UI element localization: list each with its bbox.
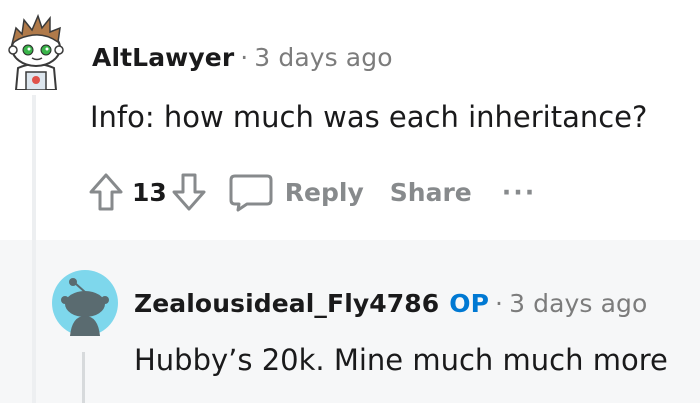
meta-separator: · [495,289,504,318]
meta-separator: · [240,43,249,72]
username-link[interactable]: AltLawyer [92,43,234,72]
reply-button[interactable]: Reply [229,172,364,212]
avatar[interactable] [52,270,118,336]
comment-body: Info: how much was each inheritance? [90,100,648,134]
share-button[interactable]: Share [390,178,472,207]
comment-actions: 13 Reply Share ··· [88,168,568,216]
op-badge: OP [449,289,490,318]
downvote-button[interactable] [171,172,207,212]
reply-label: Reply [284,177,364,207]
timestamp[interactable]: 3 days ago [509,289,647,318]
reply-meta: Zealousideal_Fly4786 OP · 3 days ago [134,289,647,318]
share-label: Share [389,177,472,207]
username-link[interactable]: Zealousideal_Fly4786 [134,289,439,318]
comment-bubble-icon [229,174,273,212]
more-options-button[interactable]: ··· [502,178,537,207]
downvote-arrow-icon [172,173,206,211]
thread-line-reply[interactable] [82,352,85,403]
comment-body: Hubby’s 20k. Mine much much more [134,343,668,377]
upvote-button[interactable] [88,172,124,212]
avatar[interactable] [4,6,68,91]
vote-count: 13 [132,177,167,207]
timestamp[interactable]: 3 days ago [254,43,392,72]
comment-meta: AltLawyer · 3 days ago [92,43,393,72]
thread-line[interactable] [32,95,36,403]
upvote-arrow-icon [89,173,123,211]
default-snoo-icon [52,270,118,336]
snoo-avatar-icon [8,13,64,91]
